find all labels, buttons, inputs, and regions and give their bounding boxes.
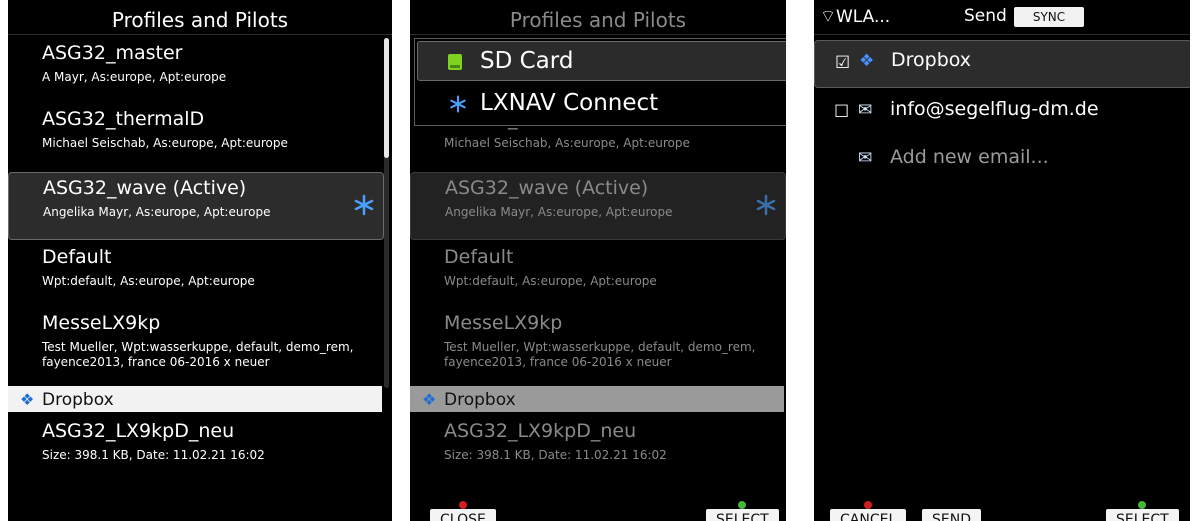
green-key-indicator-icon	[1138, 501, 1147, 509]
wlan-status: ⌔WLA...	[820, 7, 891, 27]
profile-item[interactable]: ASG32_master A Mayr, As:europe, Apt:euro…	[8, 42, 382, 102]
profile-desc: Michael Seischab, As:europe, Apt:europe	[444, 136, 690, 150]
profile-desc: Angelika Mayr, As:europe, Apt:europe	[43, 205, 271, 219]
profile-desc: A Mayr, As:europe, Apt:europe	[42, 70, 227, 84]
dropbox-section-header: ❖ Dropbox	[8, 386, 382, 412]
send-target-dropbox[interactable]: ☑ ❖ Dropbox	[814, 40, 1190, 88]
title-bar: ⌔WLA... Send SYNC	[814, 0, 1190, 35]
wifi-icon: ⌔	[820, 7, 836, 27]
lxnav-connect-icon	[448, 84, 468, 122]
profile-name: MesseLX9kp	[42, 312, 161, 334]
profile-item[interactable]: ASG32_thermalD Michael Seischab, As:euro…	[8, 108, 382, 168]
red-key-indicator-icon	[864, 501, 873, 509]
profile-name: ASG32_master	[42, 42, 183, 64]
menu-item-lxnav-connect[interactable]: LXNAV Connect	[417, 83, 786, 123]
checkbox-unchecked-icon[interactable]: ☐	[834, 101, 849, 123]
profile-item[interactable]: MesseLX9kp Test Mueller, Wpt:wasserkuppe…	[410, 312, 784, 384]
profile-name: MesseLX9kp	[444, 312, 563, 334]
sd-card-icon	[448, 42, 462, 80]
add-new-email[interactable]: ✉ Add new email...	[814, 138, 1190, 184]
lxnav-connect-icon	[756, 194, 776, 216]
sync-button[interactable]: SYNC	[1014, 7, 1084, 27]
add-email-icon: ✉	[858, 148, 873, 168]
page-title: Profiles and Pilots	[8, 0, 392, 35]
profile-name: ASG32_wave (Active)	[43, 177, 247, 199]
send-panel: ⌔WLA... Send SYNC ☑ ❖ Dropbox ☐ ✉ info@s…	[814, 0, 1190, 521]
select-button[interactable]: SELECT	[1106, 501, 1179, 521]
scrollbar-thumb[interactable]	[384, 38, 389, 158]
file-name: ASG32_LX9kpD_neu	[42, 420, 235, 442]
dropbox-section-header: ❖ Dropbox	[410, 386, 784, 412]
profile-name: ASG32_wave (Active)	[445, 177, 649, 199]
profile-desc: Angelika Mayr, As:europe, Apt:europe	[445, 205, 673, 219]
dropbox-file-item[interactable]: ASG32_LX9kpD_neu Size: 398.1 KB, Date: 1…	[410, 420, 784, 470]
profile-item-active[interactable]: ASG32_wave (Active) Angelika Mayr, As:eu…	[8, 172, 384, 240]
scrollbar[interactable]	[384, 38, 389, 388]
cancel-button[interactable]: CANCEL	[830, 501, 907, 521]
send-target-email[interactable]: ☐ ✉ info@segelflug-dm.de	[814, 90, 1190, 136]
profile-desc: Wpt:default, As:europe, Apt:europe	[42, 274, 255, 288]
profile-name: Default	[444, 246, 514, 268]
dropbox-icon: ❖	[422, 390, 437, 409]
menu-item-sd-card[interactable]: SD Card	[417, 41, 786, 81]
profiles-panel: Profiles and Pilots ASG32_master A Mayr,…	[8, 0, 392, 521]
email-icon: ✉	[858, 100, 873, 120]
lxnav-connect-icon	[354, 194, 374, 216]
green-key-indicator-icon	[738, 501, 747, 509]
profile-desc: Michael Seischab, As:europe, Apt:europe	[42, 136, 288, 150]
file-name: ASG32_LX9kpD_neu	[444, 420, 637, 442]
import-source-menu: SD Card LXNAV Connect	[414, 38, 786, 126]
dropbox-file-item[interactable]: ASG32_LX9kpD_neu Size: 398.1 KB, Date: 1…	[8, 420, 382, 470]
profile-desc: Wpt:default, As:europe, Apt:europe	[444, 274, 657, 288]
red-key-indicator-icon	[458, 501, 467, 509]
profile-desc: Test Mueller, Wpt:wasserkuppe, default, …	[444, 340, 756, 369]
select-button[interactable]: SELECT	[706, 501, 779, 521]
profile-item[interactable]: Default Wpt:default, As:europe, Apt:euro…	[8, 246, 382, 306]
dropbox-icon: ❖	[859, 51, 875, 71]
page-title: Send	[964, 6, 1007, 26]
profile-item-active[interactable]: ASG32_wave (Active) Angelika Mayr, As:eu…	[410, 172, 786, 240]
dropbox-icon: ❖	[20, 390, 35, 409]
profile-desc: Test Mueller, Wpt:wasserkuppe, default, …	[42, 340, 354, 369]
profile-name: Default	[42, 246, 112, 268]
file-desc: Size: 398.1 KB, Date: 11.02.21 16:02	[42, 448, 265, 462]
file-desc: Size: 398.1 KB, Date: 11.02.21 16:02	[444, 448, 667, 462]
checkbox-checked-icon[interactable]: ☑	[835, 52, 850, 74]
profile-item[interactable]: Default Wpt:default, As:europe, Apt:euro…	[410, 246, 784, 306]
page-title: Profiles and Pilots	[410, 0, 786, 35]
profile-name: ASG32_thermalD	[42, 108, 205, 130]
profiles-panel-import-menu: Profiles and Pilots ASG32_thermalD Micha…	[410, 0, 786, 521]
profile-item[interactable]: MesseLX9kp Test Mueller, Wpt:wasserkuppe…	[8, 312, 382, 384]
send-button[interactable]: SEND	[922, 509, 981, 521]
close-button[interactable]: CLOSE	[430, 501, 496, 521]
